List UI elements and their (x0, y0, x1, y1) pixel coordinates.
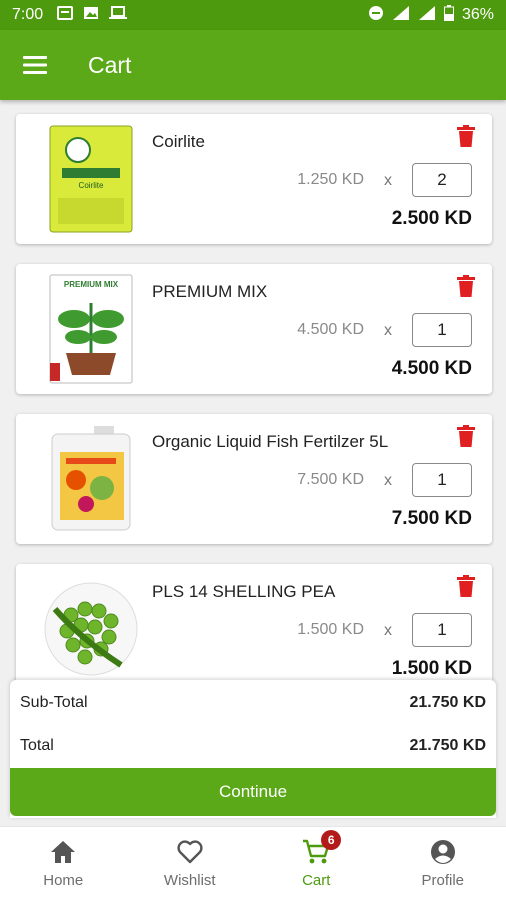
nav-home[interactable]: Home (0, 827, 127, 900)
trash-icon (457, 425, 475, 447)
cart-item: PREMIUM MIX PREMIUM MIX 4.500 KD x 1 4.5… (16, 264, 492, 394)
nav-cart-label: Cart (302, 872, 331, 889)
nav-profile-label: Profile (421, 872, 465, 889)
status-time: 7:00 (12, 6, 44, 23)
delete-button[interactable] (452, 422, 480, 450)
status-bar: 7:00 36% (0, 0, 506, 30)
delete-button[interactable] (452, 272, 480, 300)
multiply-sign: x (384, 172, 392, 189)
subtotal-label: Sub-Total (20, 694, 88, 711)
unit-price: 1.500 KD (297, 621, 364, 638)
svg-text:PREMIUM MIX: PREMIUM MIX (64, 280, 119, 289)
product-image (32, 572, 150, 680)
quantity-field[interactable]: 1 (412, 313, 472, 347)
bottom-nav: Home Wishlist 6 Cart Profile (0, 826, 506, 900)
image-notification-icon (83, 6, 99, 25)
product-image: PREMIUM MIX (32, 272, 150, 386)
heart-icon (175, 838, 205, 866)
cart-count-badge: 6 (321, 830, 342, 850)
cart-item: Coirlite Coirlite 1.250 KD x 2 2.500 KD (16, 114, 492, 244)
line-total: 2.500 KD (391, 208, 472, 229)
cart-list: Coirlite Coirlite 1.250 KD x 2 2.500 KD … (0, 100, 506, 680)
continue-button[interactable]: Continue (10, 768, 496, 816)
quantity-field[interactable]: 2 (412, 163, 472, 197)
multiply-sign: x (384, 622, 392, 639)
wifi-signal-icon (392, 5, 410, 26)
nav-home-label: Home (43, 872, 84, 889)
cell-signal-icon (418, 5, 436, 26)
menu-button[interactable] (0, 30, 70, 100)
svg-text:Coirlite: Coirlite (79, 181, 104, 190)
line-total: 4.500 KD (391, 358, 472, 379)
nav-profile[interactable]: Profile (380, 827, 506, 900)
product-image (32, 422, 150, 536)
subtotal-row: Sub-Total 21.750 KD (20, 694, 486, 712)
dnd-icon (368, 5, 384, 26)
line-total: 1.500 KD (391, 658, 472, 679)
total-value: 21.750 KD (409, 737, 487, 754)
delete-button[interactable] (452, 122, 480, 150)
total-row: Total 21.750 KD (20, 737, 486, 755)
nav-wishlist[interactable]: Wishlist (127, 827, 254, 900)
delete-button[interactable] (452, 572, 480, 600)
sim-card-icon (57, 5, 74, 25)
battery-icon (443, 4, 454, 26)
battery-percent: 36% (461, 6, 494, 23)
cart-icon: 6 (301, 830, 342, 866)
product-image: Coirlite (32, 122, 150, 236)
hamburger-menu-icon (23, 56, 47, 74)
total-label: Total (20, 737, 54, 754)
multiply-sign: x (384, 472, 392, 489)
trash-icon (457, 125, 475, 147)
trash-icon (457, 575, 475, 597)
page-title: Cart (88, 51, 132, 78)
nav-cart[interactable]: 6 Cart (253, 827, 380, 900)
account-circle-icon (428, 838, 458, 866)
subtotal-value: 21.750 KD (409, 694, 487, 711)
home-icon (48, 838, 78, 866)
unit-price: 1.250 KD (297, 171, 364, 188)
quantity-field[interactable]: 1 (412, 613, 472, 647)
product-name: Organic Liquid Fish Fertilzer 5L (152, 432, 389, 451)
app-bar: Cart (0, 30, 506, 100)
laptop-icon (109, 5, 128, 25)
quantity-field[interactable]: 1 (412, 463, 472, 497)
order-summary: Sub-Total 21.750 KD Total 21.750 KD Cont… (10, 680, 496, 818)
cart-item: Organic Liquid Fish Fertilzer 5L 7.500 K… (16, 414, 492, 544)
cart-item: PLS 14 SHELLING PEA 1.500 KD x 1 1.500 K… (16, 564, 492, 680)
line-total: 7.500 KD (391, 508, 472, 529)
product-name: Coirlite (152, 132, 205, 151)
product-name: PREMIUM MIX (152, 282, 268, 301)
nav-wishlist-label: Wishlist (163, 872, 216, 889)
unit-price: 4.500 KD (297, 321, 364, 338)
product-name: PLS 14 SHELLING PEA (152, 582, 336, 601)
trash-icon (457, 275, 475, 297)
multiply-sign: x (384, 322, 392, 339)
unit-price: 7.500 KD (297, 471, 364, 488)
